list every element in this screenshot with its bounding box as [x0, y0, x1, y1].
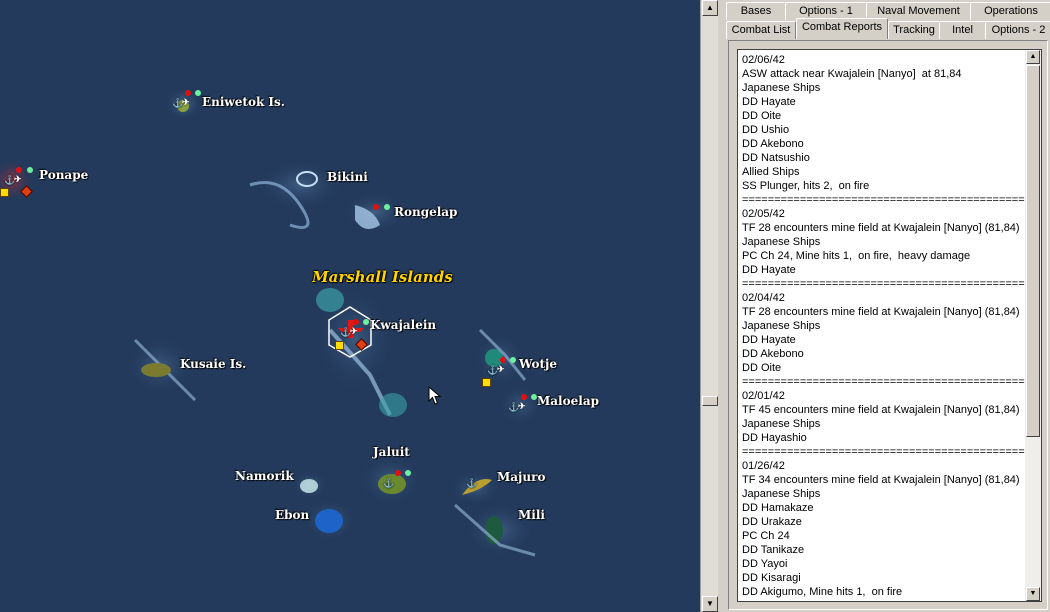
report-line: DD Akebono: [742, 348, 804, 360]
report-line: DD Hamakaze: [742, 502, 814, 514]
enemy-unit-marker[interactable]: [16, 167, 22, 173]
report-line: 02/05/42: [742, 208, 785, 220]
enemy-unit-marker[interactable]: [185, 90, 191, 96]
anchor-icon: ⚓: [466, 478, 478, 488]
report-line: 02/06/42: [742, 54, 785, 66]
report-line: DD Yayoi: [742, 558, 788, 570]
report-line: Japanese Ships: [742, 488, 821, 500]
place-eniwetok[interactable]: Eniwetok Is.: [202, 95, 285, 109]
report-line: ASW attack near Kwajalein [Nanyo] at 81,…: [742, 68, 962, 80]
report-line: ========================================…: [742, 376, 1027, 388]
enemy-unit-marker[interactable]: [500, 357, 506, 363]
report-line: TF 28 encounters mine field at Kwajalein…: [742, 222, 1020, 234]
supply-marker[interactable]: [0, 188, 9, 197]
combat-reports-panel: 02/06/42 ASW attack near Kwajalein [Nanyo…: [728, 40, 1048, 610]
report-line: ========================================…: [742, 446, 1027, 458]
report-line: DD Kisaragi: [742, 572, 801, 584]
report-line: DD Oite: [742, 362, 782, 374]
report-line: TF 34 encounters mine field at Kwajalein…: [742, 474, 1020, 486]
tab-operations[interactable]: Operations: [970, 2, 1050, 20]
friendly-unit-marker[interactable]: [405, 470, 411, 476]
friendly-unit-marker[interactable]: [27, 167, 33, 173]
map-scrollbar-thumb[interactable]: [702, 396, 718, 406]
plane-icon: ✈: [497, 364, 505, 374]
place-namorik[interactable]: Namorik: [235, 469, 294, 483]
place-rongelap[interactable]: Rongelap: [394, 205, 457, 219]
place-mili[interactable]: Mili: [518, 508, 545, 522]
report-line: DD Hayate: [742, 334, 796, 346]
report-line: ========================================…: [742, 194, 1027, 206]
anchor-icon: ⚓: [383, 478, 395, 488]
place-majuro[interactable]: Majuro: [497, 470, 545, 484]
supply-marker[interactable]: [335, 341, 344, 350]
place-jaluit[interactable]: Jaluit: [373, 445, 410, 459]
report-line: DD Ushio: [742, 124, 790, 136]
plane-icon: ✈: [350, 326, 358, 336]
scroll-down-arrow-icon[interactable]: ▼: [702, 596, 718, 612]
combat-report-lines: 02/06/42 ASW attack near Kwajalein [Nanyo…: [738, 50, 1027, 601]
friendly-unit-marker[interactable]: [195, 90, 201, 96]
report-line: Japanese Ships: [742, 82, 821, 94]
plane-icon: ✈: [518, 401, 526, 411]
report-line: DD Akigumo, Mine hits 1, on fire: [742, 586, 903, 598]
report-line: PC Ch 24: [742, 530, 790, 542]
report-line: DD Natsushio: [742, 152, 810, 164]
map-terrain: [0, 88, 542, 558]
report-line: Japanese Ships: [742, 418, 821, 430]
report-line: DD Hayate: [742, 96, 796, 108]
enemy-unit-marker[interactable]: [521, 394, 527, 400]
report-line: DD Akebono: [742, 138, 804, 150]
report-line: ========================================…: [742, 278, 1027, 290]
report-line: SS Plunger, hits 2, on fire: [742, 180, 870, 192]
tab-combat-reports[interactable]: Combat Reports: [796, 18, 888, 39]
report-line: PC Ch 24, Mine hits 1, on fire, heavy da…: [742, 250, 971, 262]
report-line: Japanese Ships: [742, 236, 821, 248]
mouse-pointer-icon: [428, 386, 442, 405]
supply-marker[interactable]: [482, 378, 491, 387]
scroll-up-arrow-icon[interactable]: ▲: [1026, 50, 1040, 64]
map-scrollbar[interactable]: ▲ ▼: [700, 0, 718, 612]
report-line: Allied Ships: [742, 166, 800, 178]
enemy-unit-marker[interactable]: [353, 319, 359, 325]
plane-icon: ✈: [14, 174, 22, 184]
enemy-unit-marker[interactable]: [395, 470, 401, 476]
map-view[interactable]: Marshall Islands ⚓ ✈ Eniwetok Is. ⚓ ✈ Po…: [0, 0, 700, 612]
scroll-up-arrow-icon[interactable]: ▲: [702, 0, 718, 16]
side-panel: Bases Options - 1 Naval Movement Operati…: [718, 0, 1050, 612]
tab-combat-list[interactable]: Combat List: [726, 21, 796, 39]
report-scrollbar-thumb[interactable]: [1026, 65, 1040, 437]
plane-icon: ✈: [182, 97, 190, 107]
combat-report-textbox[interactable]: 02/06/42 ASW attack near Kwajalein [Nanyo…: [737, 49, 1027, 602]
tab-bases[interactable]: Bases: [726, 2, 786, 20]
report-scrollbar[interactable]: ▲ ▼: [1025, 49, 1042, 602]
report-line: 02/04/42: [742, 292, 785, 304]
place-ponape[interactable]: Ponape: [39, 168, 88, 182]
friendly-unit-marker[interactable]: [363, 319, 369, 325]
enemy-unit-marker[interactable]: [373, 204, 379, 210]
place-kusaie[interactable]: Kusaie Is.: [180, 357, 246, 371]
place-kwajalein[interactable]: Kwajalein: [370, 318, 436, 332]
tab-intel[interactable]: Intel: [939, 21, 986, 39]
report-line: DD Tanikaze: [742, 544, 805, 556]
place-wotje[interactable]: Wotje: [519, 357, 557, 371]
report-line: DD Oite: [742, 110, 782, 122]
region-title: Marshall Islands: [312, 268, 453, 286]
report-line: DD Hayate: [742, 264, 796, 276]
tab-tracking[interactable]: Tracking: [888, 21, 940, 39]
friendly-unit-marker[interactable]: [510, 357, 516, 363]
scroll-down-arrow-icon[interactable]: ▼: [1026, 587, 1040, 601]
tab-options-2[interactable]: Options - 2: [985, 21, 1050, 39]
place-bikini[interactable]: Bikini: [327, 170, 368, 184]
report-line: 02/01/42: [742, 390, 785, 402]
friendly-unit-marker[interactable]: [384, 204, 390, 210]
report-line: DD Hayashio: [742, 432, 807, 444]
report-line: Japanese Ships: [742, 320, 821, 332]
place-ebon[interactable]: Ebon: [275, 508, 309, 522]
report-line: TF 28 encounters mine field at Kwajalein…: [742, 306, 1020, 318]
report-line: TF 45 encounters mine field at Kwajalein…: [742, 404, 1020, 416]
report-line: DD Urakaze: [742, 516, 802, 528]
place-maloelap[interactable]: Maloelap: [537, 394, 599, 408]
report-line: 01/26/42: [742, 460, 785, 472]
